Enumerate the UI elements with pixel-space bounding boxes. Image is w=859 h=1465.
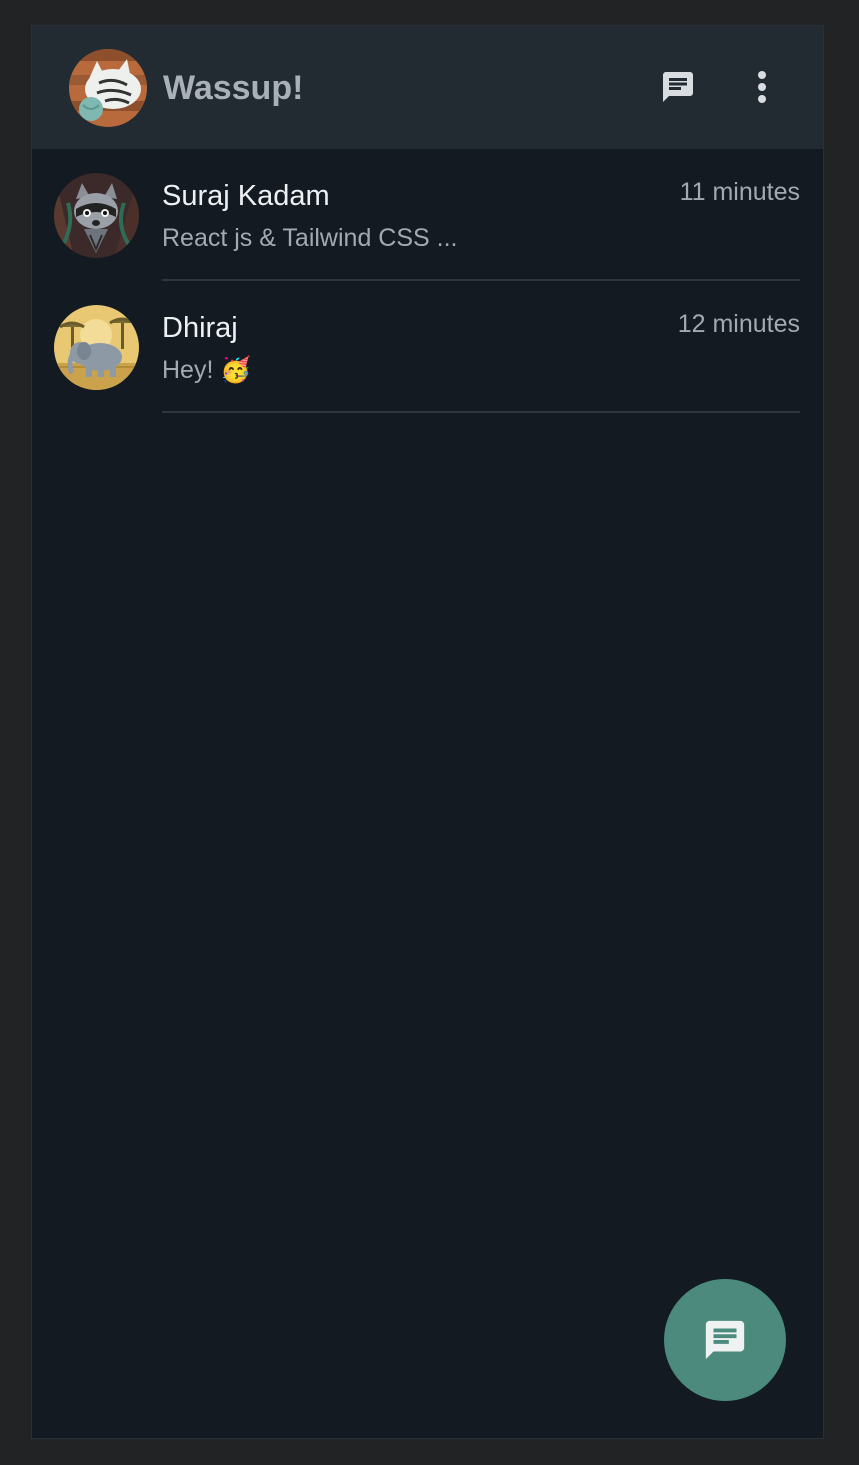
contact-name: Dhiraj — [162, 312, 238, 344]
chat-icon — [663, 72, 693, 102]
chat-app-window: Wassup! Suraj Kadam 11 minutes React js … — [31, 25, 824, 1439]
raccoon-avatar-icon — [54, 173, 139, 258]
profile-avatar[interactable] — [69, 49, 147, 127]
message-time: 11 minutes — [679, 178, 800, 206]
divider — [162, 411, 800, 413]
app-title: Wassup! — [163, 69, 304, 107]
elephant-avatar-icon — [54, 305, 139, 390]
message-preview: React js & Tailwind CSS ... — [162, 224, 458, 252]
new-chat-button[interactable] — [654, 65, 702, 109]
chat-list-item[interactable]: Suraj Kadam 11 minutes React js & Tailwi… — [32, 149, 823, 281]
more-options-button[interactable] — [744, 65, 780, 109]
more-vert-icon — [758, 71, 766, 103]
message-time: 12 minutes — [677, 310, 800, 338]
header-bar: Wassup! — [32, 26, 823, 149]
contact-name: Suraj Kadam — [162, 180, 330, 212]
message-preview: Hey! 🥳 — [162, 356, 252, 384]
contact-avatar — [54, 173, 139, 258]
cat-avatar-icon — [69, 49, 147, 127]
chat-icon — [705, 1320, 745, 1360]
chat-list: Suraj Kadam 11 minutes React js & Tailwi… — [32, 149, 823, 413]
chat-list-item[interactable]: Dhiraj 12 minutes Hey! 🥳 — [32, 281, 823, 413]
contact-avatar — [54, 305, 139, 390]
new-message-fab[interactable] — [664, 1279, 786, 1401]
